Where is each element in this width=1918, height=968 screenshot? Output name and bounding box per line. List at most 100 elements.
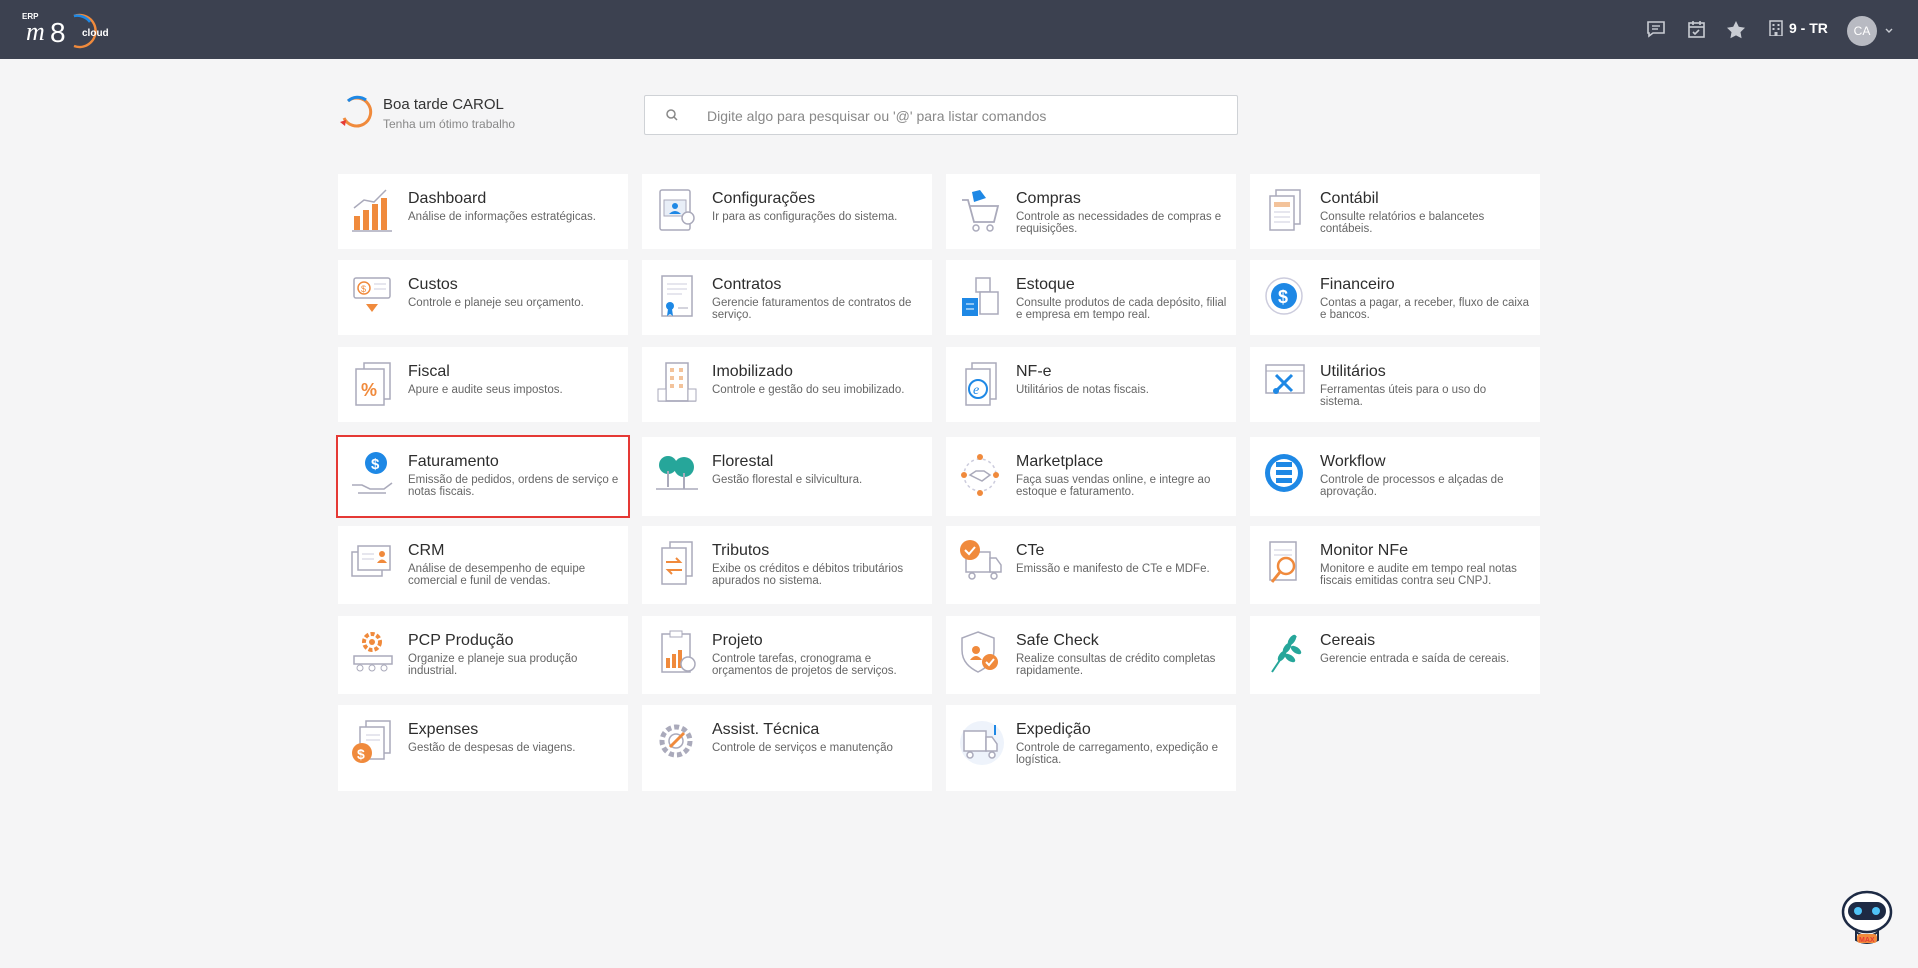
production-gear-icon xyxy=(350,628,396,678)
module-title: Contratos xyxy=(712,276,782,293)
module-card-compras[interactable]: Compras Controle as necessidades de comp… xyxy=(946,174,1236,249)
search-bar[interactable] xyxy=(644,95,1238,135)
top-bar: ERP m 8 cloud 9 - TR CA xyxy=(0,0,1918,59)
module-desc: Faça suas vendas online, e integre ao es… xyxy=(1016,474,1211,498)
module-card-safe-check[interactable]: Safe Check Realize consultas de crédito … xyxy=(946,616,1236,694)
module-desc: Controle tarefas, cronograma e orçamento… xyxy=(712,653,897,677)
greeting-title: Boa tarde CAROL xyxy=(383,96,504,113)
module-card-workflow[interactable]: Workflow Controle de processos e alçadas… xyxy=(1250,437,1540,516)
module-card-nfe[interactable]: e NF-e Utilitários de notas fiscais. xyxy=(946,347,1236,422)
module-title: Workflow xyxy=(1320,453,1386,470)
module-title: Estoque xyxy=(1016,276,1075,293)
module-title: Monitor NFe xyxy=(1320,542,1409,559)
module-title: Tributos xyxy=(712,542,770,559)
chevron-down-icon[interactable] xyxy=(1884,23,1894,41)
module-card-projeto[interactable]: Projeto Controle tarefas, cronograma e o… xyxy=(642,616,932,694)
chat-icon[interactable] xyxy=(1645,18,1667,40)
module-title: Custos xyxy=(408,276,458,293)
module-desc: Gestão de despesas de viagens. xyxy=(408,742,576,754)
module-desc: Controle de processos e alçadas de aprov… xyxy=(1320,474,1504,498)
expenses-icon: $ xyxy=(350,717,396,767)
svg-text:$: $ xyxy=(357,746,365,762)
module-card-financeiro[interactable]: $ Financeiro Contas a pagar, a receber, … xyxy=(1250,260,1540,335)
star-icon[interactable] xyxy=(1725,18,1747,40)
module-desc: Controle de serviços e manutenção xyxy=(712,742,893,754)
wheat-icon xyxy=(1262,628,1308,678)
module-desc: Emissão de pedidos, ordens de serviço e … xyxy=(408,474,619,498)
module-card-cereais[interactable]: Cereais Gerencie entrada e saída de cere… xyxy=(1250,616,1540,694)
svg-text:%: % xyxy=(361,380,377,400)
gear-wrench-icon xyxy=(654,717,700,767)
module-card-cte[interactable]: CTe Emissão e manifesto de CTe e MDFe. xyxy=(946,526,1236,604)
module-title: PCP Produção xyxy=(408,632,514,649)
module-card-configuracoes[interactable]: Configurações Ir para as configurações d… xyxy=(642,174,932,249)
module-card-pcp-producao[interactable]: PCP Produção Organize e planeje sua prod… xyxy=(338,616,628,694)
module-card-marketplace[interactable]: Marketplace Faça suas vendas online, e i… xyxy=(946,437,1236,516)
module-desc: Utilitários de notas fiscais. xyxy=(1016,384,1149,396)
module-card-florestal[interactable]: Florestal Gestão florestal e silvicultur… xyxy=(642,437,932,516)
m8-cloud-logo[interactable]: ERP m 8 cloud xyxy=(22,8,117,52)
search-icon xyxy=(665,108,679,127)
search-input[interactable] xyxy=(707,104,1217,128)
svg-text:$: $ xyxy=(371,456,380,473)
module-card-assist-tecnica[interactable]: Assist. Técnica Controle de serviços e m… xyxy=(642,705,932,791)
company-selector[interactable]: 9 - TR xyxy=(1769,20,1828,36)
max-assistant-robot-icon[interactable]: MAX xyxy=(1838,888,1896,948)
module-desc: Contas a pagar, a receber, fluxo de caix… xyxy=(1320,297,1530,321)
delivery-truck-icon xyxy=(958,717,1004,767)
module-desc: Emissão e manifesto de CTe e MDFe. xyxy=(1016,563,1210,575)
avatar[interactable]: CA xyxy=(1847,16,1877,46)
module-card-estoque[interactable]: Estoque Consulte produtos de cada depósi… xyxy=(946,260,1236,335)
greeting-subtitle: Tenha um ótimo trabalho xyxy=(383,117,516,131)
module-card-utilitarios[interactable]: Utilitários Ferramentas úteis para o uso… xyxy=(1250,347,1540,422)
costs-icon: $ xyxy=(350,272,396,322)
module-desc: Realize consultas de crédito completas r… xyxy=(1016,653,1216,677)
module-desc: Controle e planeje seu orçamento. xyxy=(408,297,584,309)
module-desc: Controle as necessidades de compras e re… xyxy=(1016,211,1222,235)
module-desc: Apure e audite seus impostos. xyxy=(408,384,563,396)
max-label: MAX xyxy=(1859,937,1875,944)
module-card-monitor-nfe[interactable]: Monitor NFe Monitore e audite em tempo r… xyxy=(1250,526,1540,604)
module-card-expenses[interactable]: $ Expenses Gestão de despesas de viagens… xyxy=(338,705,628,791)
e-document-icon: e xyxy=(958,359,1004,409)
greeting-logo-icon xyxy=(338,94,374,130)
module-card-contabil[interactable]: Contábil Consulte relatórios e balancete… xyxy=(1250,174,1540,249)
building-assets-icon xyxy=(654,359,700,409)
crm-contacts-icon xyxy=(350,538,396,588)
module-title: Marketplace xyxy=(1016,453,1104,470)
module-card-custos[interactable]: $ Custos Controle e planeje seu orçament… xyxy=(338,260,628,335)
module-card-crm[interactable]: CRM Análise de desempenho de equipe come… xyxy=(338,526,628,604)
calendar-check-icon[interactable] xyxy=(1685,18,1707,40)
module-desc: Controle e gestão do seu imobilizado. xyxy=(712,384,905,396)
module-title: Compras xyxy=(1016,190,1081,207)
svg-text:8: 8 xyxy=(50,17,66,48)
svg-text:$: $ xyxy=(361,284,366,294)
workflow-icon xyxy=(1262,449,1308,499)
module-title: Imobilizado xyxy=(712,363,793,380)
module-card-tributos[interactable]: Tributos Exibe os créditos e débitos tri… xyxy=(642,526,932,604)
company-label: 9 - TR xyxy=(1789,20,1828,36)
module-card-faturamento[interactable]: $ Faturamento Emissão de pedidos, ordens… xyxy=(336,435,630,518)
truck-check-icon xyxy=(958,538,1004,588)
handshake-network-icon xyxy=(958,449,1004,499)
tax-exchange-icon xyxy=(654,538,700,588)
module-title: Contábil xyxy=(1320,190,1379,207)
module-card-expedicao[interactable]: Expedição Controle de carregamento, expe… xyxy=(946,705,1236,791)
module-title: Cereais xyxy=(1320,632,1376,649)
shopping-cart-icon xyxy=(958,186,1004,236)
document-search-icon xyxy=(1262,538,1308,588)
module-card-fiscal[interactable]: % Fiscal Apure e audite seus impostos. xyxy=(338,347,628,422)
project-clipboard-icon xyxy=(654,628,700,678)
module-title: Faturamento xyxy=(408,453,499,470)
module-card-dashboard[interactable]: Dashboard Análise de informações estraté… xyxy=(338,174,628,249)
module-card-imobilizado[interactable]: Imobilizado Controle e gestão do seu imo… xyxy=(642,347,932,422)
module-title: Expedição xyxy=(1016,721,1091,738)
ledger-icon xyxy=(1262,186,1308,236)
module-card-contratos[interactable]: Contratos Gerencie faturamentos de contr… xyxy=(642,260,932,335)
bar-chart-icon xyxy=(350,186,396,236)
module-desc: Consulte produtos de cada depósito, fili… xyxy=(1016,297,1227,321)
module-title: Florestal xyxy=(712,453,774,470)
module-title: Utilitários xyxy=(1320,363,1386,380)
percent-document-icon: % xyxy=(350,359,396,409)
module-desc: Ferramentas úteis para o uso do sistema. xyxy=(1320,384,1487,408)
